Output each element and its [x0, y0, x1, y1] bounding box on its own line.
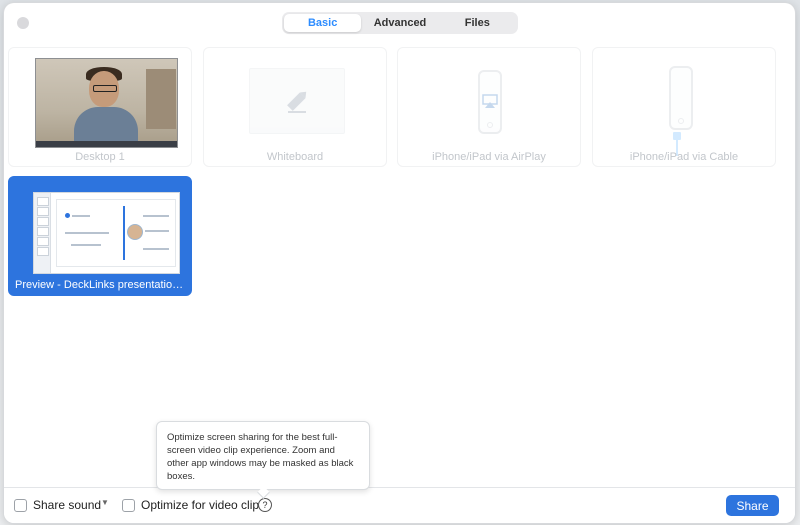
source-label: iPhone/iPad via AirPlay: [432, 151, 546, 163]
source-airplay[interactable]: iPhone/iPad via AirPlay: [397, 47, 581, 167]
bottom-bar: Share sound ▼ Optimize for video clip ? …: [4, 487, 795, 523]
tab-advanced[interactable]: Advanced: [361, 14, 438, 32]
source-label: Whiteboard: [266, 151, 324, 163]
airplay-icon: [482, 94, 498, 108]
share-button[interactable]: Share: [726, 495, 779, 516]
optimize-video-checkbox[interactable]: [122, 499, 135, 512]
source-label: iPhone/iPad via Cable: [629, 151, 739, 163]
optimize-video-label: Optimize for video clip: [141, 498, 260, 512]
share-sound-label: Share sound: [33, 498, 102, 512]
help-icon[interactable]: ?: [258, 498, 272, 512]
pencil-icon: [287, 91, 307, 113]
share-tabs: Basic Advanced Files: [282, 12, 518, 34]
optimize-tooltip: Optimize screen sharing for the best ful…: [156, 421, 370, 490]
source-whiteboard[interactable]: Whiteboard: [203, 47, 387, 167]
window-preview-decklinks[interactable]: Preview - DeckLinks presentation....: [8, 176, 192, 296]
share-sound-checkbox[interactable]: [14, 499, 27, 512]
tab-files[interactable]: Files: [439, 14, 516, 32]
chevron-down-icon[interactable]: ▼: [101, 498, 109, 507]
close-window-button[interactable]: [17, 17, 29, 29]
desktop-thumbnail: [35, 58, 178, 148]
source-label: Desktop 1: [75, 151, 125, 163]
window-label: Preview - DeckLinks presentation....: [15, 279, 191, 291]
tab-basic[interactable]: Basic: [284, 14, 362, 32]
phone-icon: [669, 66, 693, 130]
source-cable[interactable]: iPhone/iPad via Cable: [592, 47, 776, 167]
window-thumbnail: [33, 192, 180, 274]
whiteboard-thumbnail: [249, 68, 345, 134]
phone-icon: [478, 70, 502, 134]
source-desktop-1[interactable]: Desktop 1: [8, 47, 192, 167]
share-screen-dialog: Basic Advanced Files Desktop 1 Whiteboar…: [4, 3, 795, 523]
